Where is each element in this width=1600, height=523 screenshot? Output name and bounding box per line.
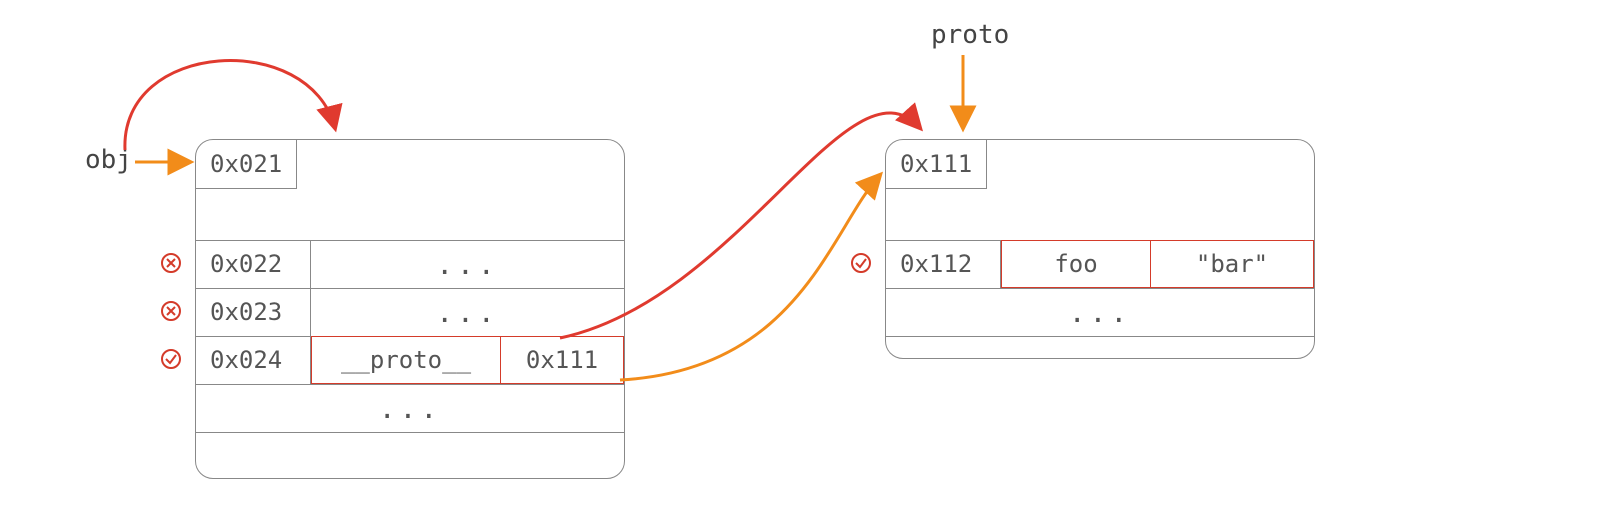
proto-link-arrow-orange (620, 175, 880, 380)
proto-row1-val: "bar" (1151, 240, 1314, 288)
obj-loop-arrow (125, 61, 335, 150)
match-icon (160, 348, 182, 370)
proto-row1-key: foo (1001, 240, 1151, 288)
proto-ellipsis: ... (886, 288, 1314, 336)
obj-header-addr: 0x021 (196, 140, 297, 189)
obj-memory-box: 0x021 0x022 ... 0x023 ... 0x024 __proto_… (195, 139, 625, 479)
obj-row1-addr: 0x022 (196, 240, 311, 288)
proto-memory-box: 0x111 0x112 foo "bar" ... (885, 139, 1315, 359)
obj-row1-val: ... (311, 240, 624, 288)
obj-ellipsis: ... (196, 384, 624, 432)
no-match-icon (160, 300, 182, 322)
match-icon (850, 252, 872, 274)
obj-row2-val: ... (311, 288, 624, 336)
proto-header-addr: 0x111 (886, 140, 987, 189)
obj-row3-addr: 0x024 (196, 336, 311, 384)
no-match-icon (160, 252, 182, 274)
obj-label: obj (85, 145, 132, 175)
obj-row3-key: __proto__ (311, 336, 501, 384)
proto-label: proto (931, 20, 1009, 50)
obj-row2-addr: 0x023 (196, 288, 311, 336)
proto-row1-addr: 0x112 (886, 240, 1001, 288)
obj-row3-val: 0x111 (501, 336, 624, 384)
